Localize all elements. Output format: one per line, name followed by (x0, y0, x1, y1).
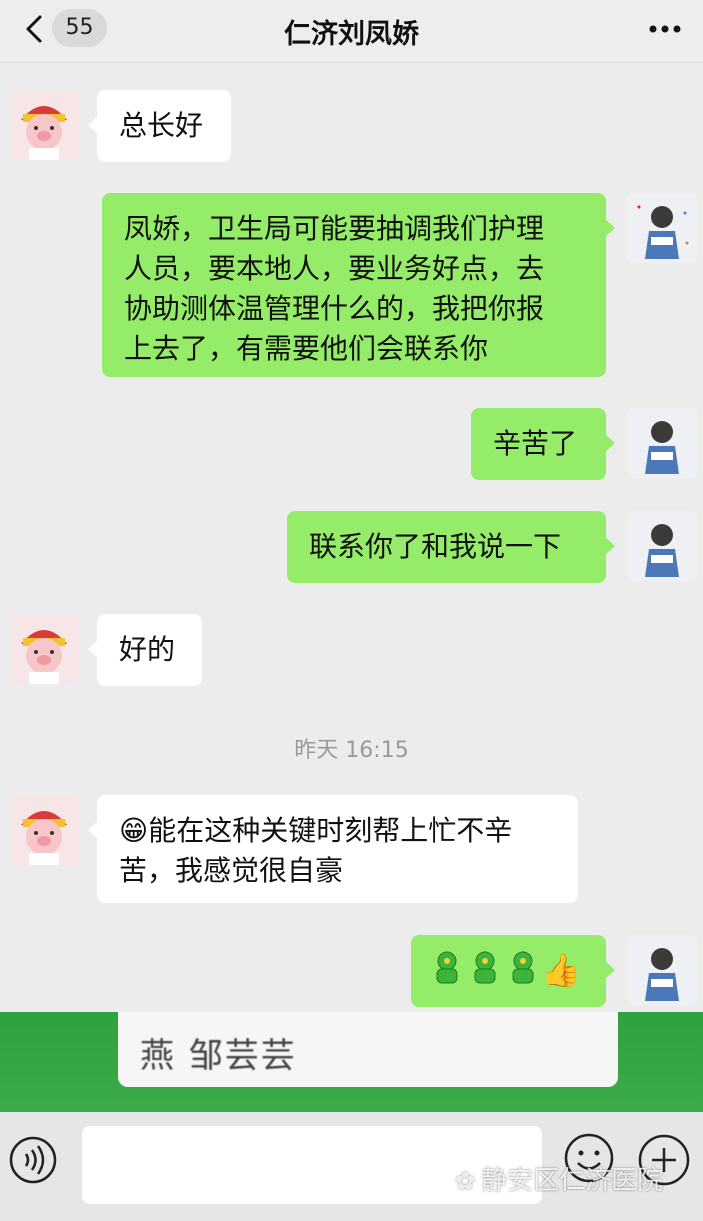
contact-avatar[interactable] (9, 795, 79, 865)
message-line: 人员，要本地人，要业务好点，去 (124, 252, 545, 285)
watermark: ✿ 静安区仁济医院 (455, 1160, 663, 1197)
message-line: 协助测体温管理什么的，我把你报 (124, 292, 545, 325)
message-bubble-outgoing: 辛苦了 (471, 408, 615, 480)
thumbs-up-emoji-icon: 👍 (541, 951, 581, 989)
watermark-text: 静安区仁济医院 (481, 1166, 664, 1196)
message-text: 好的 (119, 633, 176, 666)
contact-avatar[interactable] (9, 614, 79, 684)
message-bubble-incoming: 好的 (88, 614, 202, 686)
message-bubble-outgoing: 凤娇，卫生局可能要抽调我们护理 人员，要本地人，要业务好点，去 协助测体温管理什… (102, 193, 615, 377)
message-bubble-incoming: 总长好 (88, 90, 231, 162)
chat-timestamp: 昨天 16:15 (294, 738, 409, 763)
wechat-icon: ✿ (455, 1167, 476, 1195)
message-line: 苦，我感觉很自豪 (119, 854, 344, 887)
message-bubble-outgoing: 联系你了和我说一下 (287, 511, 615, 583)
message-text: 能在这种关键时刻帮上忙不辛 (148, 814, 513, 847)
grin-emoji-icon: 😁 (119, 814, 149, 847)
message-text: 辛苦了 (493, 427, 578, 460)
more-dots-icon[interactable] (645, 14, 685, 44)
chat-title: 仁济刘凤娇 (284, 19, 419, 50)
my-avatar[interactable] (627, 193, 697, 263)
my-avatar[interactable] (627, 935, 697, 1005)
message-text: 联系你了和我说一下 (309, 530, 562, 563)
message-bubble-incoming: 😁能在这种关键时刻帮上忙不辛 苦，我感觉很自豪 (88, 795, 578, 903)
message-text: 总长好 (119, 109, 204, 142)
my-avatar[interactable] (627, 511, 697, 581)
overlay-text: 燕 邹芸芸 (140, 1036, 297, 1076)
message-line: 😁能在这种关键时刻帮上忙不辛 (119, 811, 556, 851)
message-line: 凤娇，卫生局可能要抽调我们护理 (124, 212, 545, 245)
message-bubble-outgoing: 👍 (411, 935, 615, 1007)
message-line: 上去了，有需要他们会联系你 (124, 332, 489, 365)
chat-header: 55 仁济刘凤娇 (0, 0, 703, 63)
my-avatar[interactable] (627, 408, 697, 478)
green-figure-stickers-icon (436, 951, 534, 984)
contact-avatar[interactable] (9, 90, 79, 160)
voice-icon[interactable] (8, 1135, 58, 1185)
